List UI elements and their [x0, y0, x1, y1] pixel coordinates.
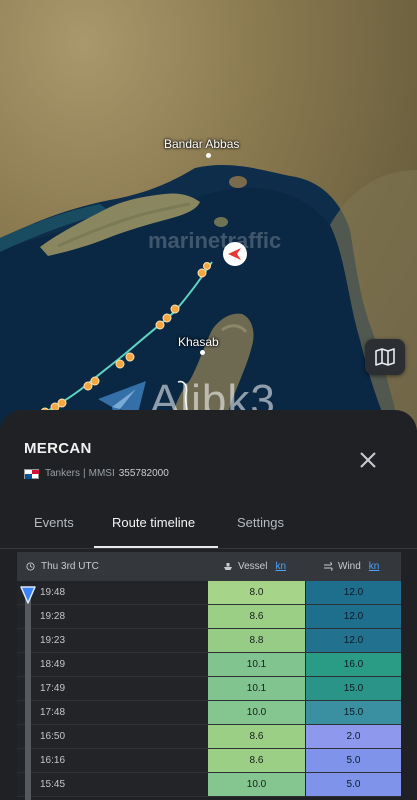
- row-wind-speed: 5.0: [306, 773, 401, 796]
- ship-icon: [224, 563, 232, 570]
- tab-route-timeline[interactable]: Route timeline: [112, 515, 195, 530]
- map-icon: [375, 348, 395, 366]
- row-time: 15:45: [40, 779, 66, 790]
- vessel-arrow-icon: [223, 242, 247, 266]
- meta-separator: |: [83, 468, 86, 479]
- row-time: 16:50: [40, 731, 66, 742]
- table-header: Thu 3rd UTC Vessel kn Wind kn: [17, 552, 401, 581]
- row-wind-speed: 15.0: [306, 677, 401, 700]
- tab-events[interactable]: Events: [34, 515, 74, 530]
- bandar-abbas-dot: [206, 153, 211, 158]
- row-time: 16:16: [40, 755, 66, 766]
- vessel-marker[interactable]: [222, 241, 248, 267]
- row-wind-speed: 2.0: [306, 725, 401, 748]
- row-wind-speed: 15.0: [306, 701, 401, 724]
- tabs-divider: [0, 548, 417, 549]
- row-vessel-speed: 10.0: [208, 773, 305, 796]
- map-view[interactable]: Bandar Abbas Khasab marinetraffic Alibk3: [0, 0, 417, 430]
- row-time: 18:49: [40, 659, 66, 670]
- row-vessel-speed: 8.6: [208, 725, 305, 748]
- tab-settings[interactable]: Settings: [237, 515, 284, 530]
- row-vessel-speed: 10.0: [208, 701, 305, 724]
- table-row[interactable]: 18:49 10.1 16.0: [17, 653, 401, 677]
- mmsi-value: 355782000: [118, 468, 169, 479]
- vessel-meta: Tankers | MMSI 355782000: [24, 468, 169, 479]
- marinetraffic-watermark: marinetraffic: [148, 228, 282, 253]
- vessel-panel: MERCAN Tankers | MMSI 355782000 Events R…: [0, 410, 417, 800]
- panama-flag-icon: [24, 468, 39, 479]
- vessel-name: MERCAN: [24, 440, 92, 457]
- vessel-header-text: Vessel: [238, 561, 268, 572]
- tab-bar: Events Route timeline Settings: [0, 505, 417, 550]
- place-label-bandar-abbas: Bandar Abbas: [164, 137, 240, 151]
- row-time: 19:23: [40, 635, 66, 646]
- row-time: 17:49: [40, 683, 66, 694]
- row-vessel-speed: 8.8: [208, 629, 305, 652]
- row-wind-speed: 16.0: [306, 653, 401, 676]
- place-label-khasab: Khasab: [178, 335, 219, 349]
- row-wind-speed: 5.0: [306, 749, 401, 772]
- row-vessel-speed: 8.6: [208, 749, 305, 772]
- map-layers-button[interactable]: [365, 339, 405, 375]
- row-wind-speed: 12.0: [306, 629, 401, 652]
- row-time: 17:48: [40, 707, 66, 718]
- row-wind-speed: 12.0: [306, 581, 401, 604]
- khasab-dot: [200, 350, 205, 355]
- row-vessel-speed: 10.1: [208, 653, 305, 676]
- row-vessel-speed: 10.1: [208, 677, 305, 700]
- wind-icon: [324, 562, 333, 571]
- table-row[interactable]: 17:49 10.1 15.0: [17, 677, 401, 701]
- timeline-scrubber-handle[interactable]: [19, 585, 37, 610]
- mmsi-label: MMSI: [88, 468, 115, 479]
- row-time: 19:28: [40, 611, 66, 622]
- map-base: [0, 165, 417, 430]
- table-row[interactable]: 15:45 10.0 5.0: [17, 773, 401, 797]
- close-button[interactable]: [356, 448, 380, 472]
- row-time: 19:48: [40, 587, 66, 598]
- row-vessel-speed: 8.0: [208, 581, 305, 604]
- date-header: Thu 3rd UTC: [26, 561, 99, 572]
- clock-icon: [26, 562, 35, 571]
- wind-header-text: Wind: [338, 561, 361, 572]
- vessel-unit-link[interactable]: kn: [275, 561, 286, 572]
- vessel-speed-header: Vessel kn: [223, 561, 286, 572]
- date-header-text: Thu 3rd UTC: [41, 561, 99, 572]
- table-row[interactable]: 16:50 8.6 2.0: [17, 725, 401, 749]
- row-vessel-speed: 8.6: [208, 605, 305, 628]
- row-wind-speed: 12.0: [306, 605, 401, 628]
- wind-unit-link[interactable]: kn: [369, 561, 380, 572]
- scrubber-handle-icon: [20, 586, 36, 604]
- vessel-type: Tankers: [45, 468, 81, 479]
- table-row[interactable]: 16:16 8.6 5.0: [17, 749, 401, 773]
- close-icon: [360, 452, 376, 468]
- timeline-scrubber-track[interactable]: [25, 592, 31, 800]
- table-row[interactable]: 19:28 8.6 12.0: [17, 605, 401, 629]
- wind-speed-header: Wind kn: [323, 561, 379, 572]
- table-row[interactable]: 19:48 8.0 12.0: [17, 581, 401, 605]
- table-row[interactable]: 17:48 10.0 15.0: [17, 701, 401, 725]
- table-row[interactable]: 19:23 8.8 12.0: [17, 629, 401, 653]
